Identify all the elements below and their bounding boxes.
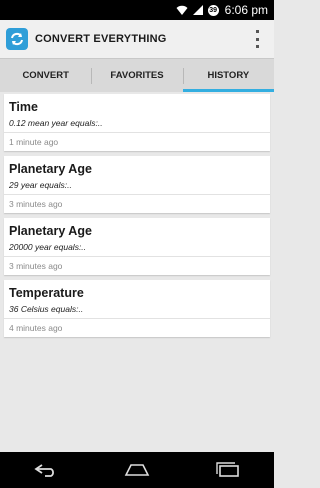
history-item[interactable]: Planetary Age 20000 year equals:.. 3 min… xyxy=(4,218,270,275)
tab-convert[interactable]: CONVERT xyxy=(0,59,91,92)
history-item[interactable]: Planetary Age 29 year equals:.. 3 minute… xyxy=(4,156,270,213)
history-item-title: Time xyxy=(9,100,38,114)
history-item-description: 0.12 mean year equals:.. xyxy=(9,118,103,128)
recents-icon xyxy=(216,462,240,477)
history-item-title: Planetary Age xyxy=(9,224,92,238)
history-item-time: 4 minutes ago xyxy=(9,323,63,333)
history-item-time: 1 minute ago xyxy=(9,137,59,147)
home-button[interactable] xyxy=(117,458,157,482)
back-button[interactable] xyxy=(26,458,66,482)
app-title: CONVERT EVERYTHING xyxy=(35,33,167,45)
tab-favorites[interactable]: FAVORITES xyxy=(91,59,182,92)
wifi-icon xyxy=(176,5,188,15)
history-item-title: Temperature xyxy=(9,286,84,300)
back-icon xyxy=(34,464,54,477)
overflow-menu-icon[interactable] xyxy=(254,30,260,48)
history-item-time: 3 minutes ago xyxy=(9,261,63,271)
history-item[interactable]: Time 0.12 mean year equals:.. 1 minute a… xyxy=(4,94,270,151)
app-logo-icon xyxy=(6,28,28,50)
history-list: Time 0.12 mean year equals:.. 1 minute a… xyxy=(4,94,270,342)
battery-icon: 39 xyxy=(207,4,219,16)
status-clock: 6:06 pm xyxy=(224,3,268,17)
signal-icon xyxy=(192,5,203,15)
history-item-time: 3 minutes ago xyxy=(9,199,63,209)
action-bar: CONVERT EVERYTHING xyxy=(0,20,274,58)
recents-button[interactable] xyxy=(208,458,248,482)
history-item-description: 29 year equals:.. xyxy=(9,180,72,190)
status-bar: 39 6:06 pm xyxy=(0,0,274,20)
tab-bar: CONVERT FAVORITES HISTORY xyxy=(0,58,275,92)
tab-history[interactable]: HISTORY xyxy=(182,59,275,92)
history-item-description: 20000 year equals:.. xyxy=(9,242,87,252)
history-item-title: Planetary Age xyxy=(9,162,92,176)
home-icon xyxy=(124,464,150,476)
history-item[interactable]: Temperature 36 Celsius equals:.. 4 minut… xyxy=(4,280,270,337)
history-item-description: 36 Celsius equals:.. xyxy=(9,304,84,314)
navigation-bar xyxy=(0,452,274,488)
